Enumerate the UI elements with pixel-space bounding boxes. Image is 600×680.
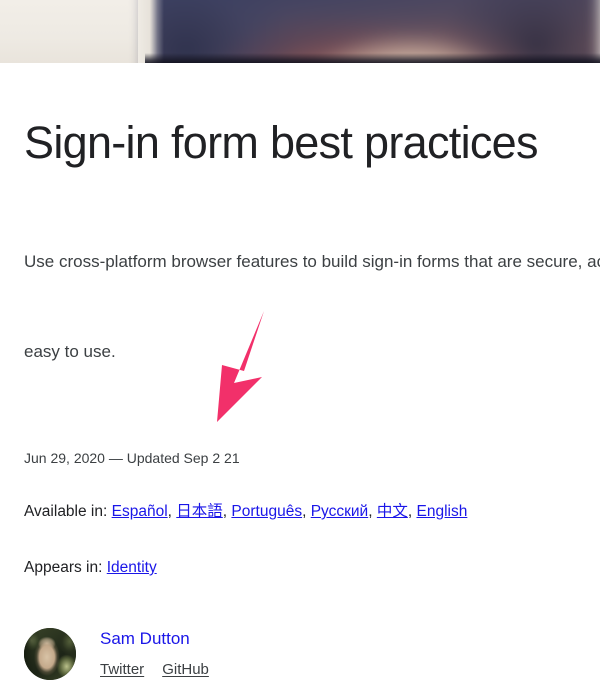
subtitle-line-2: easy to use. — [24, 342, 116, 361]
article-container: Sign-in form best practices Use cross-pl… — [0, 63, 600, 680]
language-link-1[interactable]: Español — [112, 503, 168, 520]
appears-in-link-identity[interactable]: Identity — [107, 559, 157, 576]
author-text-group: Sam Dutton Twitter GitHub — [76, 628, 227, 680]
author-social-links: Twitter GitHub — [100, 650, 227, 680]
language-link-2[interactable]: 日本語 — [176, 503, 223, 520]
language-link-5[interactable]: 中文 — [377, 503, 408, 520]
language-link-3[interactable]: Português — [231, 503, 302, 520]
language-link-6[interactable]: English — [416, 503, 467, 520]
appears-in-label: Appears in: — [24, 559, 103, 576]
author-social-link-github[interactable]: GitHub — [162, 661, 209, 678]
author-social-link-twitter[interactable]: Twitter — [100, 661, 144, 678]
hero-banner — [0, 0, 600, 63]
language-separator: , — [302, 503, 311, 520]
subtitle-line-1: Use cross-platform browser features to b… — [24, 252, 600, 271]
hero-bottom-shade — [145, 53, 600, 63]
page-title: Sign-in form best practices — [24, 117, 539, 168]
language-link-list: Español, 日本語, Português, Русский, 中文, En… — [112, 503, 468, 520]
language-link-4[interactable]: Русский — [311, 503, 369, 520]
appears-in-row: Appears in: Identity — [24, 522, 576, 578]
article-subtitle: Use cross-platform browser features to b… — [24, 169, 600, 427]
hero-left-padding — [0, 0, 146, 63]
language-separator: , — [167, 503, 177, 520]
available-in-label: Available in: — [24, 503, 108, 520]
author-name-link[interactable]: Sam Dutton — [100, 628, 227, 650]
avatar — [24, 628, 76, 680]
publish-date: Jun 29, 2020 — Updated Sep 2 21 — [24, 450, 240, 466]
available-languages-row: Available in: Español, 日本語, Português, Р… — [24, 467, 576, 522]
language-separator: , — [368, 503, 377, 520]
author-block: Sam Dutton Twitter GitHub — [24, 578, 576, 680]
avatar-vignette — [24, 628, 40, 680]
